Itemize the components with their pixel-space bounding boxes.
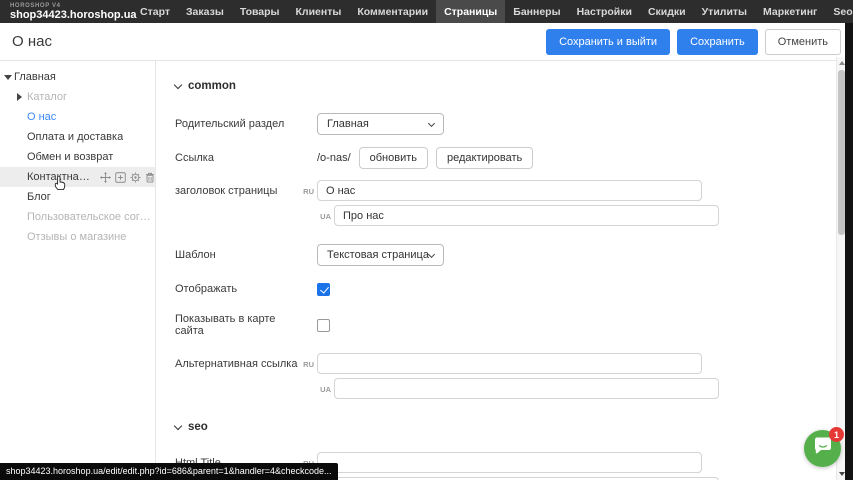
link-path-value: /o-nas/ <box>317 152 351 164</box>
top-navbar: HOROSHOP V4 shop34423.horoshop.ua Старт … <box>0 0 853 23</box>
top-menu-marketing[interactable]: Маркетинг <box>755 0 825 23</box>
save-and-exit-button[interactable]: Сохранить и выйти <box>546 29 670 55</box>
chevron-down-icon[interactable] <box>4 75 12 80</box>
chevron-down-icon <box>428 250 435 257</box>
lang-ru-badge: RU <box>300 353 317 369</box>
sitemap-label: Показывать в карте сайта <box>175 313 300 337</box>
browser-status-url: shop34423.horoshop.ua/edit/edit.php?id=6… <box>0 463 338 480</box>
sidebar-item-blog[interactable]: Блог <box>0 187 155 207</box>
display-label: Отображать <box>175 283 300 295</box>
page-title: О нас <box>12 33 52 50</box>
top-menu-comments[interactable]: Комментарии <box>349 0 436 23</box>
page-heading-ua-input[interactable] <box>334 205 719 226</box>
parent-section-label: Родительский раздел <box>175 113 300 130</box>
page-heading-label: заголовок страницы <box>175 180 300 197</box>
top-menu-settings[interactable]: Настройки <box>569 0 640 23</box>
top-menu-orders[interactable]: Заказы <box>178 0 232 23</box>
right-edge-strip <box>845 23 853 480</box>
section-seo-header[interactable]: seo <box>175 420 837 434</box>
sidebar-item-o-nas[interactable]: О нас <box>0 107 155 127</box>
sidebar-item-kontaktnaya-infor[interactable]: Контактная инфор <box>0 167 155 187</box>
html-title-ru-input[interactable] <box>317 452 702 473</box>
chat-unread-badge: 1 <box>829 427 844 442</box>
lang-ua-badge: UA <box>317 205 334 226</box>
page-header: О нас Сохранить и выйти Сохранить Отмени… <box>0 23 853 61</box>
logo-domain-label: shop34423.horoshop.ua <box>10 10 128 21</box>
section-common-header[interactable]: common <box>175 79 837 93</box>
top-menu-discounts[interactable]: Скидки <box>640 0 694 23</box>
sidebar-item-glavnaya[interactable]: Главная <box>0 67 155 87</box>
top-menu-banners[interactable]: Баннеры <box>505 0 568 23</box>
top-menu-pages[interactable]: Страницы <box>436 0 505 23</box>
scroll-up-icon[interactable] <box>839 61 845 65</box>
chat-bubble-icon <box>813 437 833 461</box>
chevron-down-icon <box>174 80 182 88</box>
pages-tree-sidebar: Главная Каталог О нас Оплата и доставка … <box>0 61 156 480</box>
vertical-scrollbar[interactable] <box>836 57 845 480</box>
top-menu-products[interactable]: Товары <box>232 0 288 23</box>
lang-ru-badge: RU <box>300 180 317 196</box>
template-select[interactable]: Текстовая страница <box>317 244 444 266</box>
link-update-button[interactable]: обновить <box>359 147 428 169</box>
scroll-down-icon[interactable] <box>839 472 845 476</box>
top-menu-utilities[interactable]: Утилиты <box>694 0 755 23</box>
cancel-button[interactable]: Отменить <box>765 29 841 55</box>
alt-link-label: Альтернативная ссылка <box>175 353 300 370</box>
logo-version-label: HOROSHOP V4 <box>10 3 128 9</box>
chevron-down-icon <box>428 119 435 126</box>
save-button[interactable]: Сохранить <box>677 29 758 55</box>
top-menu-start[interactable]: Старт <box>132 0 178 23</box>
add-icon[interactable] <box>115 172 126 183</box>
gear-icon[interactable] <box>130 172 141 183</box>
scrollbar-thumb[interactable] <box>838 70 845 235</box>
app-logo[interactable]: HOROSHOP V4 shop34423.horoshop.ua <box>10 3 128 21</box>
chevron-right-icon[interactable] <box>17 93 22 101</box>
page-edit-form: common Родительский раздел Главная Ссылк… <box>157 61 837 480</box>
alt-link-ru-input[interactable] <box>317 353 702 374</box>
move-icon[interactable] <box>100 172 111 183</box>
trash-icon[interactable] <box>145 172 155 183</box>
link-label: Ссылка <box>175 147 300 164</box>
chevron-down-icon <box>174 421 182 429</box>
chat-widget-button[interactable]: 1 <box>804 430 841 467</box>
page-heading-ru-input[interactable] <box>317 180 702 201</box>
template-label: Шаблон <box>175 244 300 261</box>
sidebar-item-obmen-i-vozvrat[interactable]: Обмен и возврат <box>0 147 155 167</box>
parent-section-select[interactable]: Главная <box>317 113 444 135</box>
sitemap-checkbox[interactable] <box>317 319 330 332</box>
top-menu-seo[interactable]: Seo <box>825 0 853 23</box>
top-menu-clients[interactable]: Клиенты <box>288 0 350 23</box>
sidebar-item-oplata-i-dostavka[interactable]: Оплата и доставка <box>0 127 155 147</box>
alt-link-ua-input[interactable] <box>334 378 719 399</box>
sidebar-item-katalog[interactable]: Каталог <box>0 87 155 107</box>
sidebar-item-polzovatelskoe-soglashenie[interactable]: Пользовательское соглашение <box>0 207 155 227</box>
display-checkbox[interactable] <box>317 283 330 296</box>
link-edit-button[interactable]: редактировать <box>436 147 533 169</box>
top-menu: Старт Заказы Товары Клиенты Комментарии … <box>132 0 853 23</box>
lang-ua-badge: UA <box>317 378 334 399</box>
sidebar-item-otzyvy-o-magazine[interactable]: Отзывы о магазине <box>0 227 155 247</box>
